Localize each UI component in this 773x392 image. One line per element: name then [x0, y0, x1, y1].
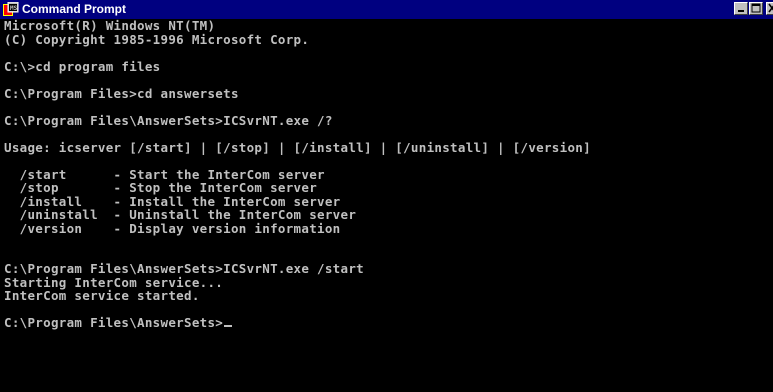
- console-line: Starting InterCom service...: [4, 274, 224, 290]
- console-line: C:\Program Files\AnswerSets>ICSvrNT.exe …: [4, 261, 364, 276]
- text-cursor: [224, 325, 233, 327]
- minimize-button[interactable]: [734, 2, 748, 15]
- console-line: /start - Start the InterCom server: [4, 166, 325, 182]
- maximize-icon: [751, 3, 761, 13]
- console-line: C:\>cd program files: [4, 58, 161, 74]
- console-line: /version - Display version information: [4, 220, 341, 236]
- console-line: C:\Program Files>cd answersets: [4, 85, 239, 101]
- minimize-icon: [738, 10, 744, 12]
- prompt-line[interactable]: C:\Program Files\AnswerSets>: [4, 316, 773, 330]
- title-bar[interactable]: MS Command Prompt: [0, 0, 773, 19]
- maximize-button[interactable]: [749, 2, 763, 15]
- console-line: /install - Install the InterCom server: [4, 193, 341, 209]
- console-line: C:\Program Files\AnswerSets>ICSvrNT.exe …: [4, 112, 333, 128]
- window-title: Command Prompt: [22, 2, 127, 16]
- console-output[interactable]: Microsoft(R) Windows NT(TM) (C) Copyrigh…: [0, 19, 773, 392]
- console-line: Usage: icserver [/start] | [/stop] | [/i…: [4, 139, 591, 155]
- close-icon: [768, 3, 773, 13]
- prompt-text: C:\Program Files\AnswerSets>: [4, 315, 224, 330]
- svg-text:MS: MS: [10, 5, 18, 12]
- console-line: Microsoft(R) Windows NT(TM): [4, 19, 216, 33]
- close-button[interactable]: [766, 2, 773, 15]
- console-line: /uninstall - Uninstall the InterCom serv…: [4, 207, 357, 222]
- console-line: InterCom service started.: [4, 288, 200, 303]
- command-prompt-window: MS Command Prompt Microsoft(R) Windows N…: [0, 0, 773, 392]
- command-prompt-icon[interactable]: MS: [3, 1, 19, 17]
- console-line: (C) Copyright 1985-1996 Microsoft Corp.: [4, 31, 310, 47]
- console-line: /stop - Stop the InterCom server: [4, 180, 318, 195]
